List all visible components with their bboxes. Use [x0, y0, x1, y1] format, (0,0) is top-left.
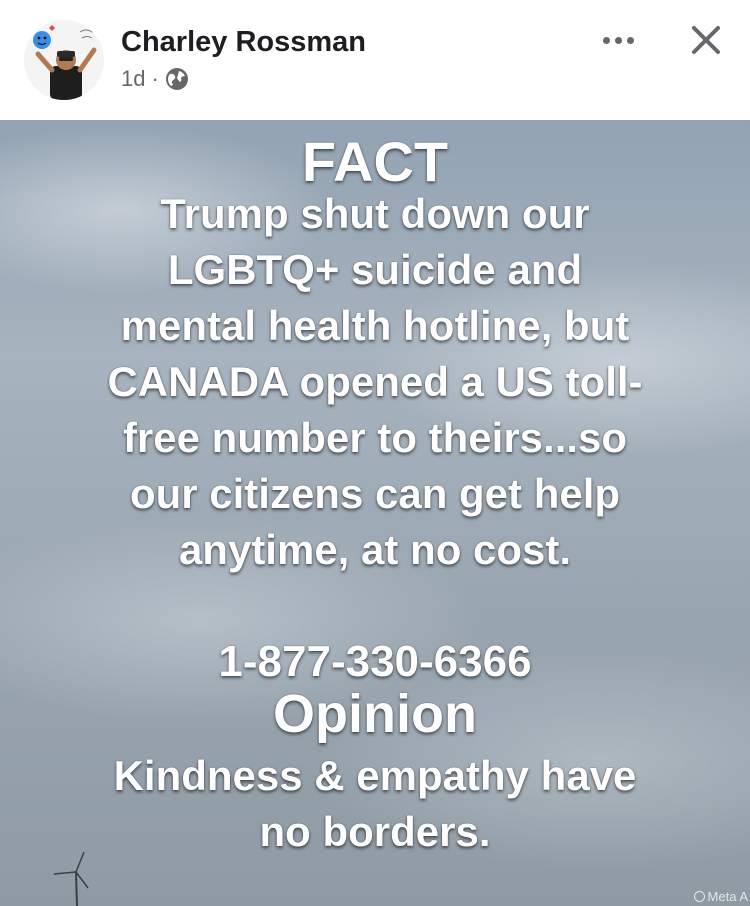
- fact-line: free number to theirs...so: [122, 414, 628, 461]
- meta-separator: ·: [151, 66, 159, 91]
- fact-line: LGBTQ+ suicide and: [167, 246, 583, 293]
- avatar-image: [24, 20, 104, 100]
- fact-line: Trump shut down our: [160, 190, 590, 237]
- fact-heading: FACT: [301, 130, 449, 193]
- post-header: Charley Rossman 1d ·: [0, 0, 750, 120]
- opinion-text: Kindness & empathy have no borders.: [0, 748, 750, 860]
- fact-line: anytime, at no cost.: [178, 526, 572, 573]
- more-options-button[interactable]: [598, 28, 638, 52]
- post-image[interactable]: FACT Trump shut down our LGBTQ+ suicide …: [0, 120, 750, 906]
- post-meta: 1d ·: [121, 66, 189, 92]
- post-time[interactable]: 1d: [121, 66, 145, 92]
- more-dots-icon: [602, 36, 610, 44]
- fact-text: Trump shut down our LGBTQ+ suicide and m…: [0, 186, 750, 578]
- opinion-heading: Opinion: [273, 684, 477, 744]
- phone-number: 1-877-330-6366: [218, 637, 532, 686]
- opinion-line: no borders.: [259, 808, 491, 855]
- globe-icon: [165, 68, 188, 90]
- fact-line: mental health hotline, but: [120, 302, 630, 349]
- opinion-line: Kindness & empathy have: [113, 752, 637, 799]
- meta-ring-icon: [693, 891, 705, 902]
- fact-line: our citizens can get help: [129, 470, 621, 517]
- fact-line: CANADA opened a US toll-: [107, 358, 643, 405]
- watermark-text: Meta A: [707, 889, 748, 904]
- avatar[interactable]: [24, 20, 104, 100]
- wind-turbine-icon: [53, 851, 89, 906]
- author-name[interactable]: Charley Rossman: [121, 26, 366, 59]
- meta-ai-watermark: Meta A: [693, 889, 748, 904]
- close-icon[interactable]: [684, 18, 728, 62]
